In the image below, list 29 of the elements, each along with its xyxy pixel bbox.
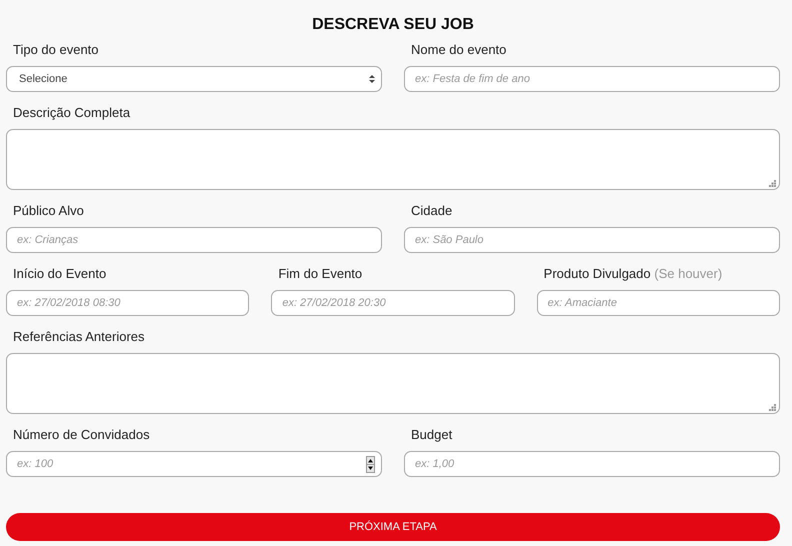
field-label: Cidade: [411, 203, 452, 218]
input-field[interactable]: ex: 1,00: [404, 451, 780, 477]
resize-grip-icon[interactable]: [769, 180, 776, 187]
field-label: Budget: [411, 427, 452, 442]
field-label: Descrição Completa: [13, 105, 130, 120]
next-step-button[interactable]: PRÓXIMA ETAPA: [6, 513, 780, 541]
resize-grip-icon[interactable]: [769, 404, 776, 411]
input-field[interactable]: ex: São Paulo: [404, 227, 780, 253]
input-field[interactable]: ex: 27/02/2018 08:30: [6, 290, 250, 316]
sort-arrows-icon: [369, 75, 375, 83]
input-field[interactable]: ex: Festa de fim de ano: [404, 66, 780, 92]
text-area-field[interactable]: [6, 129, 780, 190]
field-label: Produto Divulgado: [544, 266, 651, 281]
number-field[interactable]: ex: 100: [6, 451, 382, 477]
field-label: Tipo do evento: [13, 42, 99, 57]
text-area-field[interactable]: [6, 353, 780, 414]
field-label: Referências Anteriores: [13, 329, 145, 344]
spinner-icon[interactable]: [366, 456, 375, 472]
field-label: Início do Evento: [13, 266, 106, 281]
input-field[interactable]: ex: Crianças: [6, 227, 382, 253]
field-hint: (Se houver): [654, 266, 722, 281]
field-label: Fim do Evento: [278, 266, 362, 281]
field-label: Nome do evento: [411, 42, 506, 57]
field-label: Número de Convidados: [13, 427, 150, 442]
input-field[interactable]: ex: Amaciante: [536, 290, 780, 316]
page-title: DESCREVA SEU JOB: [311, 15, 475, 35]
select-field[interactable]: Selecione: [6, 66, 382, 92]
input-field[interactable]: ex: 27/02/2018 20:30: [271, 290, 515, 316]
field-label: Público Alvo: [13, 203, 84, 218]
